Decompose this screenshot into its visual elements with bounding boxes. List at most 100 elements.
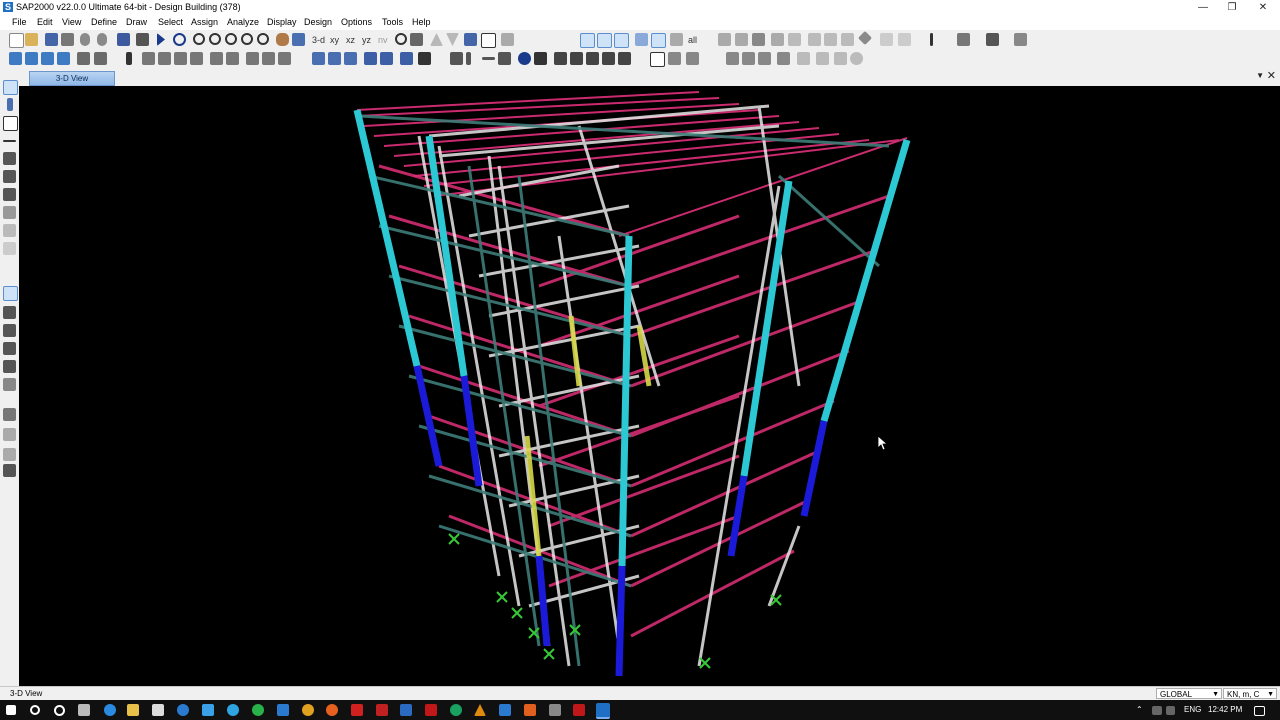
view-nv-button[interactable]: nv bbox=[378, 35, 388, 45]
check-icon[interactable] bbox=[481, 33, 496, 48]
snap-points-icon[interactable] bbox=[534, 52, 547, 65]
show-loads-icon[interactable] bbox=[226, 52, 239, 65]
extrude-icon[interactable] bbox=[824, 33, 837, 46]
pan-icon[interactable] bbox=[276, 33, 289, 46]
clock[interactable]: 12:42 PM bbox=[1208, 705, 1242, 714]
telegram-icon[interactable] bbox=[227, 704, 239, 716]
menu-draw[interactable]: Draw bbox=[126, 17, 147, 27]
windows-start-icon[interactable] bbox=[6, 705, 16, 715]
undo-icon[interactable] bbox=[80, 33, 90, 46]
close-icon[interactable]: ✕ bbox=[1246, 0, 1280, 15]
frame-object-icon[interactable] bbox=[650, 52, 665, 67]
menu-define[interactable]: Define bbox=[91, 17, 117, 27]
run-options-icon[interactable] bbox=[173, 33, 186, 46]
draw-frame-icon[interactable] bbox=[312, 52, 325, 65]
snap-perp-left-icon[interactable] bbox=[3, 342, 16, 355]
paste-icon[interactable] bbox=[752, 33, 765, 46]
menu-help[interactable]: Help bbox=[412, 17, 431, 27]
language-indicator[interactable]: ENG bbox=[1184, 705, 1201, 714]
volume-icon[interactable] bbox=[1166, 706, 1175, 715]
tendon-icon[interactable] bbox=[726, 52, 739, 65]
frame-loads-icon[interactable] bbox=[142, 52, 155, 65]
solid-icon[interactable] bbox=[758, 52, 771, 65]
joint-restraints-icon[interactable] bbox=[9, 52, 22, 65]
replicate-icon[interactable] bbox=[788, 33, 801, 46]
snap-intersect-left-icon[interactable] bbox=[3, 324, 16, 337]
quick-draw-area-icon[interactable] bbox=[380, 52, 393, 65]
skype-icon[interactable] bbox=[202, 704, 214, 716]
app-icon-6[interactable] bbox=[499, 704, 511, 716]
zoom-in-icon[interactable] bbox=[225, 33, 237, 45]
zoom-window-icon[interactable] bbox=[193, 33, 205, 45]
copy-icon[interactable] bbox=[735, 33, 748, 46]
draw-area-left-icon[interactable] bbox=[3, 206, 16, 219]
draw-rect-area-icon[interactable] bbox=[3, 224, 16, 237]
draw-area-icon[interactable] bbox=[328, 52, 341, 65]
app-icon-3[interactable] bbox=[400, 704, 412, 716]
reshape-icon[interactable] bbox=[7, 98, 13, 111]
firefox-icon[interactable] bbox=[326, 704, 338, 716]
menu-file[interactable]: File bbox=[12, 17, 27, 27]
move-up-icon[interactable] bbox=[430, 33, 443, 46]
show-stresses-icon[interactable] bbox=[278, 52, 291, 65]
snap-fine-grid-icon[interactable] bbox=[618, 52, 631, 65]
snap-grid-left-icon[interactable] bbox=[3, 378, 16, 391]
draw-special-joint-icon[interactable] bbox=[400, 52, 413, 65]
set-display-icon[interactable] bbox=[464, 33, 477, 46]
lock-icon[interactable] bbox=[136, 33, 149, 46]
select-previous-icon[interactable] bbox=[651, 33, 666, 48]
area-loads-icon[interactable] bbox=[158, 52, 171, 65]
snap-joints-icon[interactable] bbox=[3, 286, 18, 301]
app-icon-4[interactable] bbox=[450, 704, 462, 716]
zoom-fit-icon[interactable] bbox=[257, 33, 269, 45]
menu-view[interactable]: View bbox=[62, 17, 81, 27]
chrome-icon[interactable] bbox=[302, 704, 314, 716]
rotate-view-icon[interactable] bbox=[395, 33, 407, 45]
acrobat-icon[interactable] bbox=[425, 704, 437, 716]
tab-close-icon[interactable]: ✕ bbox=[1267, 69, 1276, 82]
joint-masses-icon[interactable] bbox=[57, 52, 70, 65]
model-viewport-3d[interactable] bbox=[19, 86, 1280, 686]
network-icon[interactable] bbox=[1152, 706, 1162, 715]
restore-icon[interactable]: ❐ bbox=[1215, 0, 1249, 15]
temperature-loads-icon[interactable] bbox=[190, 52, 203, 65]
select-pointer-icon[interactable] bbox=[580, 33, 595, 48]
select-intersect-icon[interactable] bbox=[597, 33, 612, 48]
menu-tools[interactable]: Tools bbox=[382, 17, 403, 27]
point-loads-icon[interactable] bbox=[174, 52, 187, 65]
coordinate-system-select[interactable]: GLOBAL ▼ bbox=[1156, 688, 1222, 699]
store-icon[interactable] bbox=[152, 704, 164, 716]
draw-section-icon[interactable] bbox=[498, 52, 511, 65]
new-model-icon[interactable] bbox=[9, 33, 24, 48]
app-icon-2[interactable] bbox=[351, 704, 363, 716]
move-icon[interactable] bbox=[808, 33, 821, 46]
view-3d-button[interactable]: 3-d bbox=[312, 35, 325, 45]
draw-joint-icon[interactable] bbox=[518, 52, 531, 65]
frame-sections-icon[interactable] bbox=[126, 52, 132, 65]
app-icon-8[interactable] bbox=[549, 704, 561, 716]
design-steel-icon[interactable] bbox=[816, 52, 829, 65]
redo-icon[interactable] bbox=[97, 33, 107, 46]
draw-secondary-beam-icon[interactable] bbox=[3, 188, 16, 201]
units-select[interactable]: KN, m, C ▼ bbox=[1223, 688, 1277, 699]
design-concrete-icon[interactable] bbox=[834, 52, 847, 65]
draw-frame-left-icon[interactable] bbox=[3, 140, 16, 142]
edge-icon[interactable] bbox=[104, 704, 116, 716]
snap-intersections-icon[interactable] bbox=[570, 52, 583, 65]
display-options-icon[interactable] bbox=[501, 33, 514, 46]
task-view-icon[interactable] bbox=[78, 704, 90, 716]
open-icon[interactable] bbox=[25, 33, 38, 46]
show-tables-icon[interactable] bbox=[777, 52, 790, 65]
show-all-icon[interactable] bbox=[3, 408, 16, 421]
app-icon-7[interactable] bbox=[524, 704, 536, 716]
tab-3d-view[interactable]: 3-D View bbox=[29, 71, 115, 86]
menu-assign[interactable]: Assign bbox=[191, 17, 218, 27]
cut-icon[interactable] bbox=[718, 33, 731, 46]
merge-icon[interactable] bbox=[857, 30, 873, 46]
draw-solid-icon[interactable] bbox=[344, 52, 357, 65]
draw-joint-left-icon[interactable] bbox=[3, 116, 18, 131]
align-icon[interactable] bbox=[841, 33, 854, 46]
show-undeformed-icon[interactable] bbox=[210, 52, 223, 65]
mail-icon[interactable] bbox=[277, 704, 289, 716]
view-xy-button[interactable]: xy bbox=[330, 35, 339, 45]
